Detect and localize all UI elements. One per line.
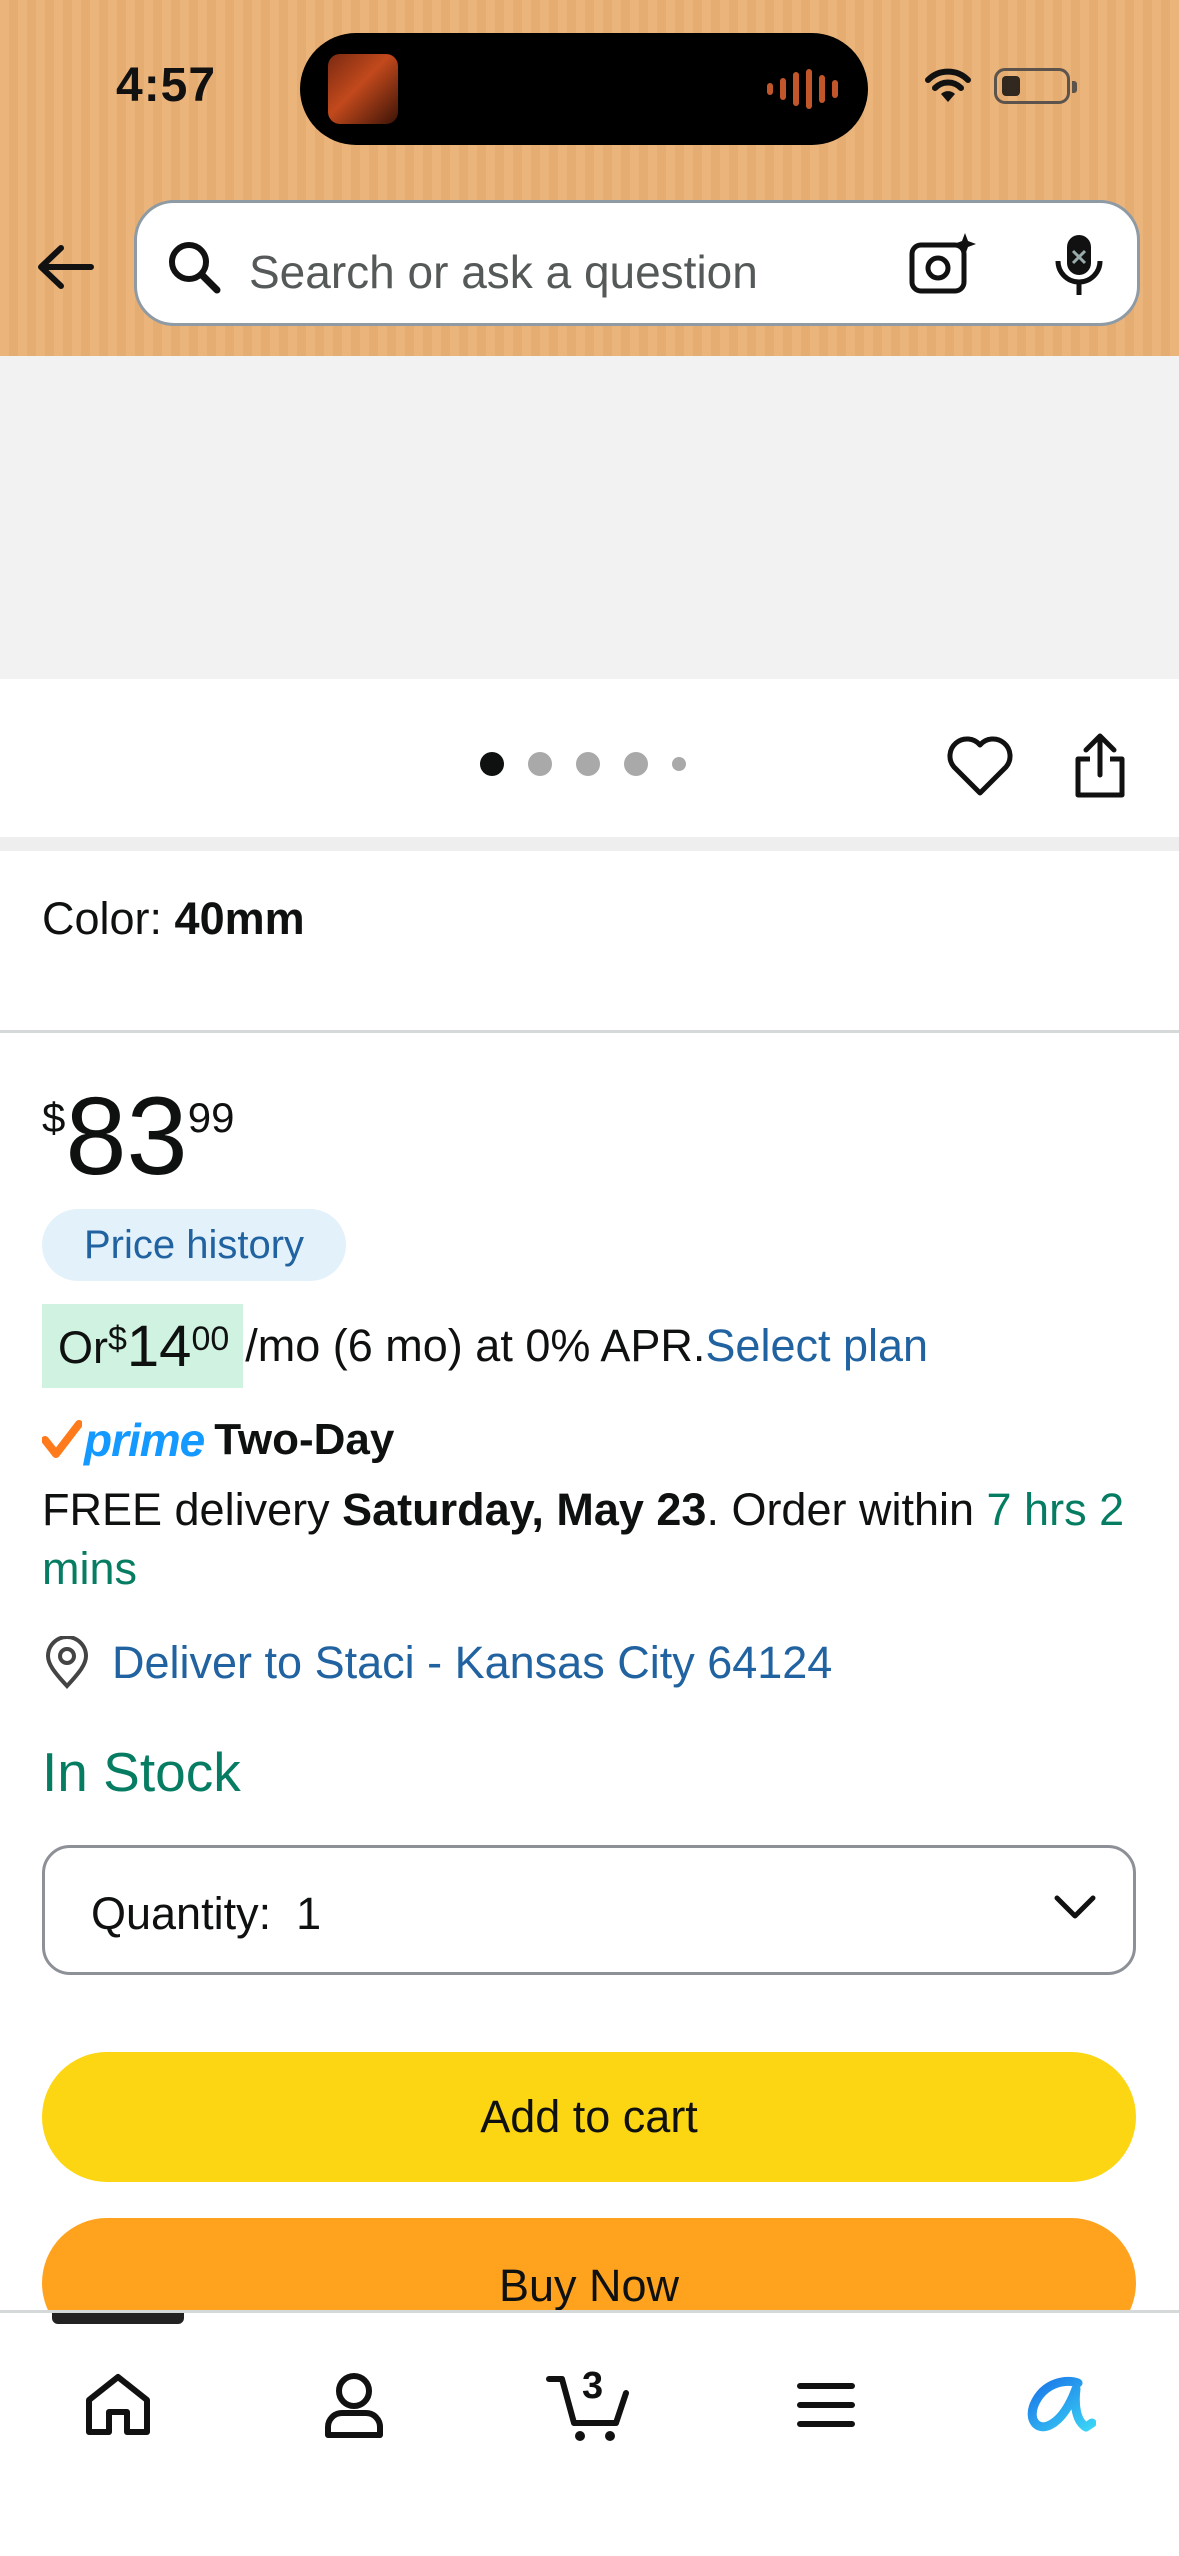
- menu-hamburger-icon: [797, 2383, 855, 2427]
- carousel-dot[interactable]: [528, 752, 552, 776]
- deliver-to-link[interactable]: Deliver to Staci - Kansas City 64124: [42, 1636, 832, 1690]
- installment-whole: 14: [126, 1314, 192, 1379]
- section-divider: [0, 837, 1179, 851]
- color-value: 40mm: [174, 893, 305, 944]
- installment-currency: $: [108, 1320, 127, 1358]
- home-icon: [86, 2374, 150, 2435]
- prime-logo-text: prime: [84, 1414, 205, 1466]
- cart-count-badge: 3: [582, 2365, 604, 2407]
- share-icon[interactable]: [1070, 731, 1130, 801]
- bottom-nav: 3: [0, 2310, 1179, 2556]
- installment-prefix: Or: [58, 1322, 108, 1373]
- carousel-dot[interactable]: [480, 752, 504, 776]
- carousel-controls: [0, 679, 1179, 837]
- location-pin-icon: [45, 1636, 89, 1689]
- status-time: 4:57: [116, 59, 217, 112]
- delivery-date: Saturday, May 23: [342, 1484, 707, 1535]
- color-label: Color:: [42, 893, 175, 944]
- header: 4:57 Search or ask a question: [0, 0, 1179, 356]
- prime-badge: prime Two-Day: [42, 1410, 394, 1470]
- installment-offer: Or $ 14 00 /mo (6 mo) at 0% APR. Select …: [42, 1304, 928, 1388]
- dynamic-island[interactable]: [300, 33, 868, 145]
- carousel-dots[interactable]: [480, 752, 686, 776]
- price-history-button[interactable]: Price history: [42, 1209, 346, 1281]
- chevron-down-icon: [1054, 1895, 1096, 1919]
- wifi-icon: [925, 68, 971, 102]
- color-selector[interactable]: Color: 40mm: [42, 893, 305, 945]
- wishlist-heart-icon[interactable]: [946, 735, 1014, 797]
- stock-status: In Stock: [42, 1741, 241, 1803]
- nav-menu[interactable]: [776, 2355, 876, 2455]
- carousel-dot[interactable]: [672, 757, 686, 771]
- search-input[interactable]: Search or ask a question: [249, 245, 758, 299]
- quantity-dropdown[interactable]: Quantity: 1: [42, 1845, 1136, 1975]
- delivery-info: FREE delivery Saturday, May 23. Order wi…: [42, 1480, 1152, 1598]
- installment-price-pill: Or $ 14 00: [42, 1304, 244, 1388]
- nav-cart[interactable]: 3: [538, 2355, 638, 2455]
- nav-account[interactable]: [304, 2355, 404, 2455]
- battery-icon: [994, 68, 1077, 104]
- section-divider: [0, 1030, 1179, 1033]
- microphone-icon[interactable]: [1051, 231, 1107, 301]
- installment-fraction: 00: [191, 1320, 230, 1358]
- search-bar[interactable]: Search or ask a question: [134, 200, 1140, 326]
- prime-tier: Two-Day: [214, 1415, 395, 1464]
- product-image-area[interactable]: [0, 356, 1179, 679]
- nav-rufus[interactable]: [1010, 2355, 1110, 2455]
- back-arrow-icon: [38, 245, 94, 289]
- quantity-value: 1: [296, 1888, 322, 1939]
- active-tab-indicator: [52, 2313, 184, 2324]
- price-fraction: 99: [187, 1094, 235, 1141]
- deliver-to-address[interactable]: Deliver to Staci - Kansas City 64124: [112, 1637, 832, 1689]
- select-plan-link[interactable]: Select plan: [705, 1320, 928, 1372]
- audio-waveform-icon: [767, 69, 838, 109]
- nav-home[interactable]: [68, 2355, 168, 2455]
- price-whole: 83: [65, 1075, 188, 1198]
- prime-check-icon: [42, 1420, 82, 1458]
- delivery-middle: . Order within: [706, 1484, 987, 1535]
- camera-search-icon[interactable]: [907, 231, 977, 299]
- search-icon: [169, 242, 221, 294]
- account-icon: [325, 2373, 383, 2438]
- quantity-label: Quantity: 1: [91, 1888, 322, 1939]
- rufus-ai-icon: [1027, 2376, 1096, 2432]
- add-to-cart-button[interactable]: Add to cart: [42, 2052, 1136, 2182]
- now-playing-artwork: [328, 54, 398, 124]
- carousel-dot[interactable]: [576, 752, 600, 776]
- installment-terms: /mo (6 mo) at 0% APR.: [245, 1320, 706, 1371]
- carousel-dot[interactable]: [624, 752, 648, 776]
- price: $ 83 99: [42, 1082, 234, 1192]
- back-button[interactable]: [30, 232, 100, 302]
- price-currency: $: [42, 1094, 66, 1141]
- delivery-prefix: FREE delivery: [42, 1484, 343, 1535]
